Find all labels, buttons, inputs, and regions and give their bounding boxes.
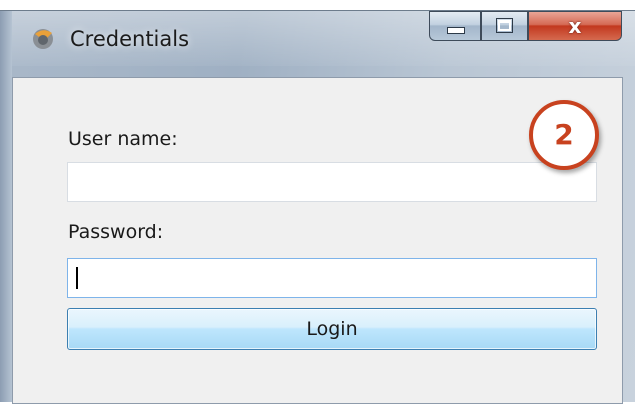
maximize-icon <box>496 18 513 33</box>
minimize-icon <box>447 27 465 34</box>
close-icon: x <box>568 14 582 38</box>
username-label: User name: <box>68 128 178 150</box>
close-button[interactable]: x <box>528 11 622 41</box>
frame-border <box>0 11 12 402</box>
login-button[interactable]: Login <box>67 308 597 350</box>
minimize-button[interactable] <box>429 11 481 41</box>
step-badge: 2 <box>529 100 599 170</box>
password-label: Password: <box>68 221 164 243</box>
text-caret <box>76 267 78 289</box>
window-title: Credentials <box>70 27 190 51</box>
username-input[interactable] <box>67 162 597 202</box>
app-icon <box>33 29 53 49</box>
password-input[interactable] <box>67 258 597 298</box>
maximize-button[interactable] <box>481 11 528 41</box>
window-frame: Credentials x User name: Password: Login <box>0 10 635 404</box>
